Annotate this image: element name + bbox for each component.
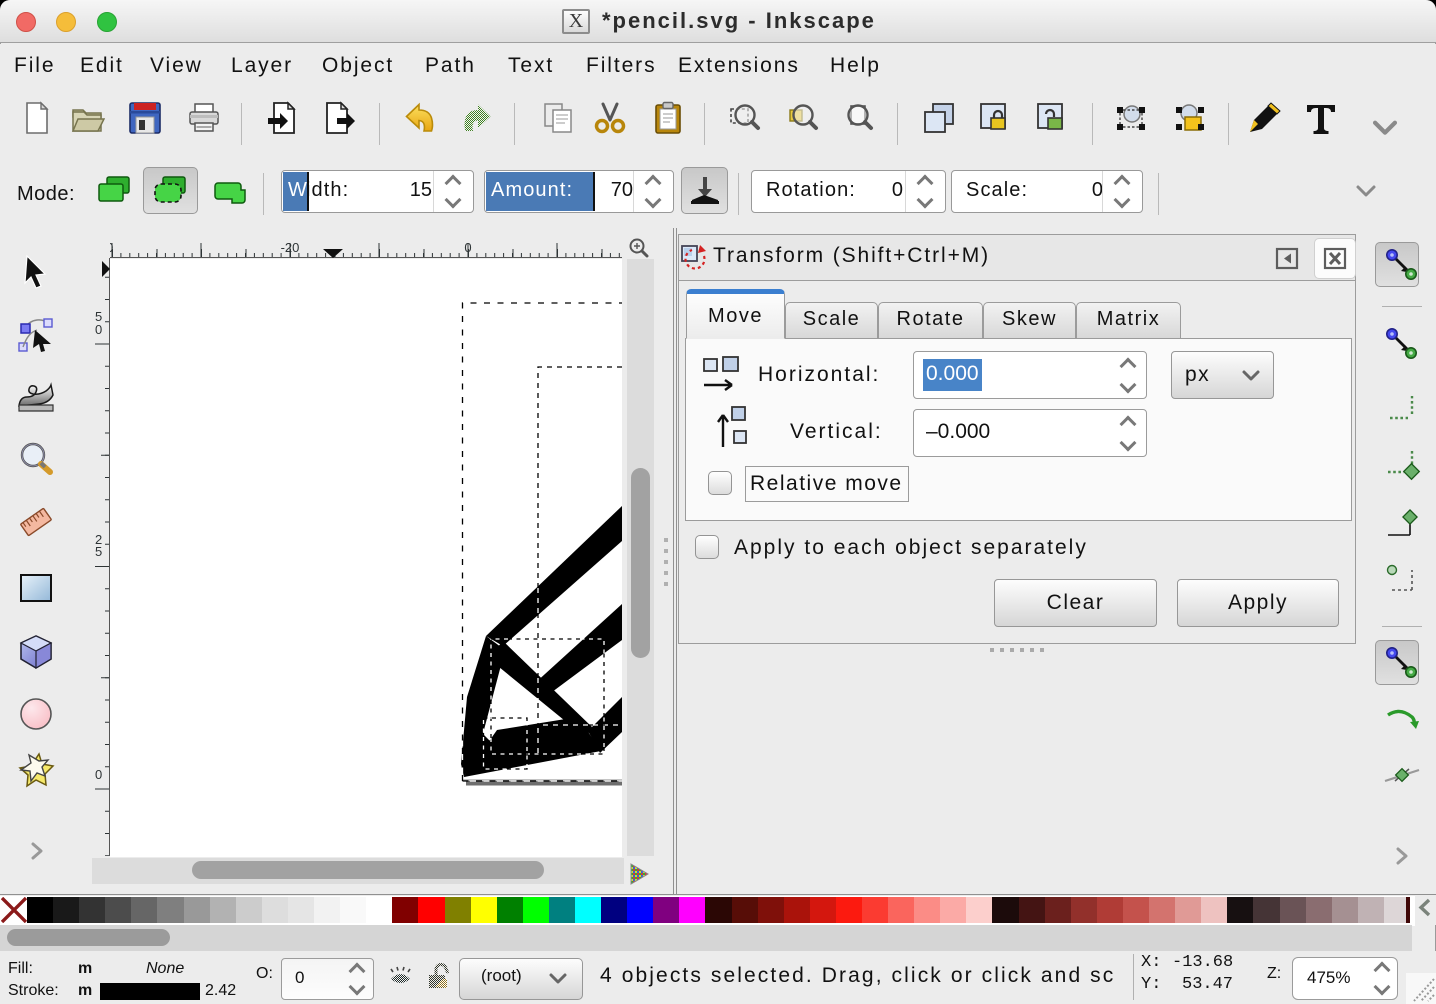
svg-text:0: 0 [95,767,102,782]
svg-text:0: 0 [95,322,102,337]
svg-text:0: 0 [464,240,471,255]
svg-text:-40: -40 [110,240,113,255]
svg-text:-20: -20 [281,240,300,255]
svg-text:5: 5 [95,544,102,559]
